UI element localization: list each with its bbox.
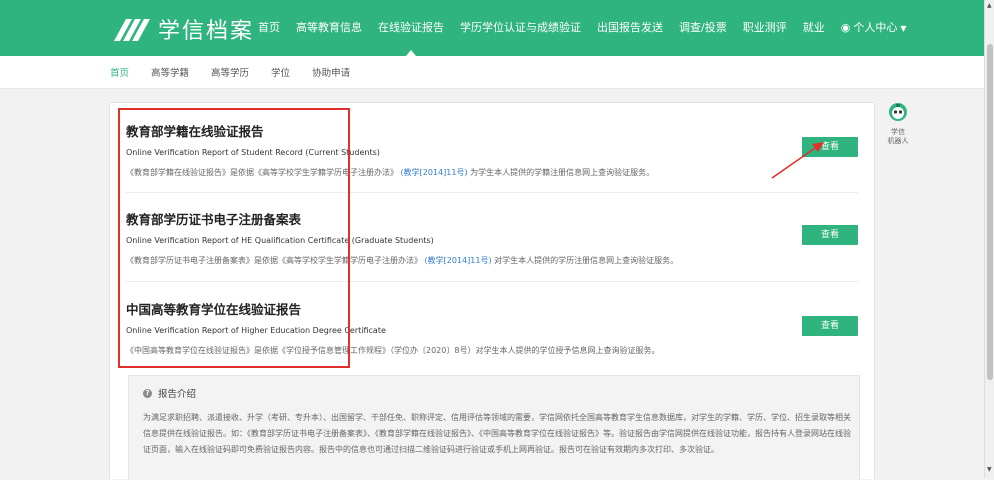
- chevron-down-icon: ▼: [900, 24, 907, 33]
- regulation-link[interactable]: (教学[2014]11号): [425, 256, 492, 265]
- nav-online-verification-report[interactable]: 在线验证报告: [378, 0, 444, 56]
- logo-icon: [114, 19, 150, 41]
- subnav-home[interactable]: 首页: [110, 65, 129, 79]
- view-degree-button[interactable]: 查看: [802, 316, 858, 336]
- subnav-degree[interactable]: 学位: [271, 65, 290, 79]
- subnav-qualification[interactable]: 高等学历: [211, 65, 249, 79]
- annotation-highlight-box: [118, 108, 350, 368]
- report-desc-tail: 对学生本人提供的学历注册信息网上查询验证服务。: [494, 256, 679, 265]
- site-logo[interactable]: 学信档案: [112, 14, 254, 44]
- subnav-assist-apply[interactable]: 协助申请: [312, 65, 350, 79]
- regulation-link[interactable]: (教学[2014]11号): [401, 168, 468, 177]
- nav-home[interactable]: 首页: [258, 0, 280, 56]
- user-center-label: 个人中心: [853, 21, 898, 34]
- intro-body: 为满足求职招聘、派遣接收、升学（考研、专升本）、出国留学、干部任免、职称评定、信…: [143, 413, 851, 454]
- robot-label-line2: 机器人: [887, 137, 909, 145]
- report-desc-tail: 为学生本人提供的学籍注册信息网上查询验证服务。: [470, 168, 655, 177]
- view-student-record-button[interactable]: 查看: [802, 137, 858, 157]
- top-header: 学信档案 首页 高等教育信息 在线验证报告 学历学位认证与成绩验证 出国报告发送…: [0, 0, 984, 56]
- robot-assistant[interactable]: 学信 机器人: [882, 102, 914, 152]
- subnav-student-record[interactable]: 高等学籍: [151, 65, 189, 79]
- robot-label-line1: 学信: [891, 128, 905, 136]
- user-center-menu[interactable]: ◉ 个人中心 ▼: [841, 0, 907, 56]
- nav-higher-education-info[interactable]: 高等教育信息: [296, 0, 362, 56]
- info-icon: ?: [143, 388, 152, 398]
- nav-certification[interactable]: 学历学位认证与成绩验证: [460, 0, 581, 56]
- nav-overseas-report[interactable]: 出国报告发送: [597, 0, 663, 56]
- report-intro-box: ? 报告介绍 为满足求职招聘、派遣接收、升学（考研、专升本）、出国留学、干部任免…: [128, 375, 860, 480]
- view-qualification-button[interactable]: 查看: [802, 225, 858, 245]
- user-icon: ◉: [840, 21, 851, 34]
- vertical-scrollbar[interactable]: ▲ ▼: [984, 0, 994, 478]
- robot-icon: [889, 103, 907, 121]
- nav-career-assessment[interactable]: 职业测评: [743, 0, 787, 56]
- logo-text: 学信档案: [158, 19, 255, 44]
- intro-header: ? 报告介绍: [143, 386, 196, 400]
- scroll-thumb[interactable]: [987, 44, 993, 380]
- intro-title: 报告介绍: [158, 389, 197, 400]
- sub-nav: 首页 高等学籍 高等学历 学位 协助申请: [0, 56, 984, 89]
- nav-employment[interactable]: 就业: [803, 0, 825, 56]
- main-nav: 首页 高等教育信息 在线验证报告 学历学位认证与成绩验证 出国报告发送 调查/投…: [258, 0, 922, 56]
- scroll-up-icon[interactable]: ▲: [987, 2, 992, 9]
- nav-survey-vote[interactable]: 调查/投票: [679, 0, 727, 56]
- scroll-down-icon[interactable]: ▼: [987, 466, 992, 473]
